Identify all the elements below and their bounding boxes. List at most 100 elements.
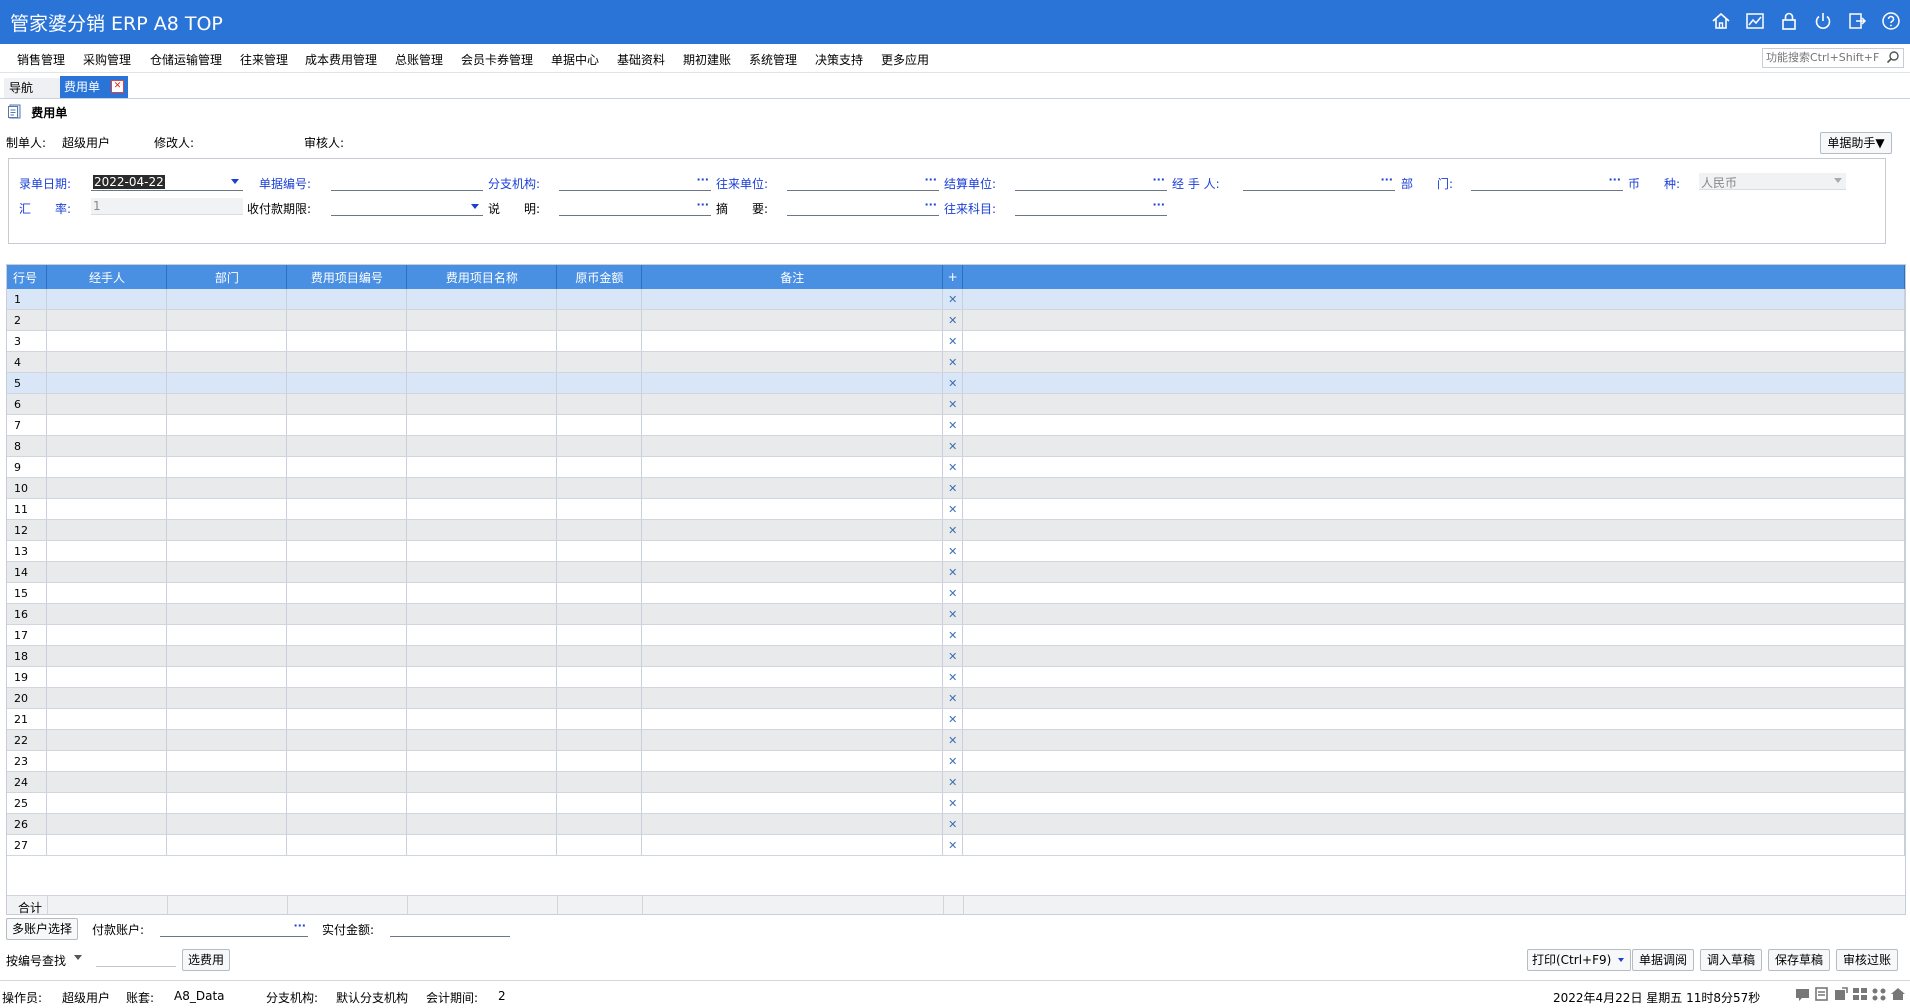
delete-row-icon[interactable]: ✕ [942,561,964,583]
table-cell[interactable] [406,687,558,709]
table-cell[interactable] [641,519,944,541]
table-cell[interactable] [46,666,168,688]
table-cell[interactable] [641,750,944,772]
more-dots-icon[interactable]: ··· [924,198,937,211]
select-fee-button[interactable]: 选费用 [182,949,230,971]
table-row[interactable]: 25 ✕ [7,792,1905,814]
table-cell[interactable] [46,708,168,730]
table-cell[interactable] [641,309,944,331]
table-cell[interactable] [166,498,288,520]
table-cell[interactable] [286,540,408,562]
table-cell[interactable] [641,393,944,415]
help-icon[interactable] [1880,10,1902,32]
table-cell[interactable] [556,456,643,478]
table-cell[interactable] [286,771,408,793]
table-cell[interactable] [556,477,643,499]
table-cell[interactable] [406,289,558,310]
delete-row-icon[interactable]: ✕ [942,750,964,772]
table-cell[interactable] [286,351,408,373]
adjust-button[interactable]: 单据调阅 [1632,949,1694,971]
table-cell[interactable] [641,414,944,436]
more-dots-icon[interactable]: ··· [696,198,709,211]
handler-field[interactable]: ··· [1243,173,1395,191]
table-row[interactable]: 20 ✕ [7,687,1905,709]
table-cell[interactable] [286,456,408,478]
post-button[interactable]: 审核过账 [1836,949,1898,971]
table-cell[interactable] [166,729,288,751]
table-cell[interactable] [166,624,288,646]
table-cell[interactable] [46,645,168,667]
notice-icon[interactable] [1814,986,1830,1002]
table-row[interactable]: 19 ✕ [7,666,1905,688]
table-cell[interactable] [286,750,408,772]
actual-paid-field[interactable] [390,920,510,937]
table-row[interactable]: 26 ✕ [7,813,1905,835]
function-search-input[interactable] [1763,49,1884,65]
home-icon[interactable] [1710,10,1732,32]
table-cell[interactable] [286,498,408,520]
table-cell[interactable] [46,582,168,604]
table-cell[interactable] [556,750,643,772]
table-cell[interactable] [46,351,168,373]
table-cell[interactable] [641,289,944,310]
table-cell[interactable] [286,792,408,814]
delete-row-icon[interactable]: ✕ [942,330,964,352]
table-cell[interactable] [406,561,558,583]
table-cell[interactable] [406,603,558,625]
chart-icon[interactable] [1744,10,1766,32]
delete-row-icon[interactable]: ✕ [942,666,964,688]
table-cell[interactable] [641,561,944,583]
delete-row-icon[interactable]: ✕ [942,477,964,499]
table-cell[interactable] [166,750,288,772]
table-cell[interactable] [166,582,288,604]
table-cell[interactable] [286,834,408,856]
logout-icon[interactable] [1846,10,1868,32]
table-cell[interactable] [556,540,643,562]
table-row[interactable]: 11 ✕ [7,498,1905,520]
summary-field[interactable]: ··· [787,198,939,216]
table-row[interactable]: 18 ✕ [7,645,1905,667]
table-cell[interactable] [641,708,944,730]
table-cell[interactable] [166,771,288,793]
dropdown-arrow-icon[interactable] [471,204,479,209]
table-cell[interactable] [406,309,558,331]
table-cell[interactable] [406,456,558,478]
table-cell[interactable] [46,813,168,835]
table-cell[interactable] [286,309,408,331]
table-row[interactable]: 13 ✕ [7,540,1905,562]
table-cell[interactable] [46,289,168,310]
table-cell[interactable] [166,393,288,415]
table-cell[interactable] [46,435,168,457]
delete-row-icon[interactable]: ✕ [942,603,964,625]
table-row[interactable]: 5 ✕ [7,372,1905,394]
table-cell[interactable] [46,309,168,331]
menu-item-warehouse[interactable]: 仓储运输管理 [150,51,222,68]
table-cell[interactable] [286,813,408,835]
table-cell[interactable] [286,372,408,394]
table-row[interactable]: 16 ✕ [7,603,1905,625]
table-cell[interactable] [286,582,408,604]
message-icon[interactable] [1795,986,1811,1002]
menu-item-sales[interactable]: 销售管理 [17,51,65,68]
table-cell[interactable] [406,393,558,415]
table-cell[interactable] [556,561,643,583]
table-cell[interactable] [406,813,558,835]
table-cell[interactable] [406,582,558,604]
table-cell[interactable] [556,834,643,856]
more-dots-icon[interactable]: ··· [1152,198,1165,211]
table-cell[interactable] [166,540,288,562]
dropdown-arrow-icon[interactable] [1834,178,1842,183]
more-dots-icon[interactable]: ··· [696,173,709,186]
delete-row-icon[interactable]: ✕ [942,498,964,520]
table-cell[interactable] [46,687,168,709]
table-row[interactable]: 2 ✕ [7,309,1905,331]
table-cell[interactable] [286,603,408,625]
table-cell[interactable] [286,645,408,667]
table-cell[interactable] [641,813,944,835]
table-row[interactable]: 7 ✕ [7,414,1905,436]
table-cell[interactable] [406,477,558,499]
table-cell[interactable] [641,792,944,814]
table-cell[interactable] [556,309,643,331]
table-cell[interactable] [166,687,288,709]
table-cell[interactable] [46,750,168,772]
